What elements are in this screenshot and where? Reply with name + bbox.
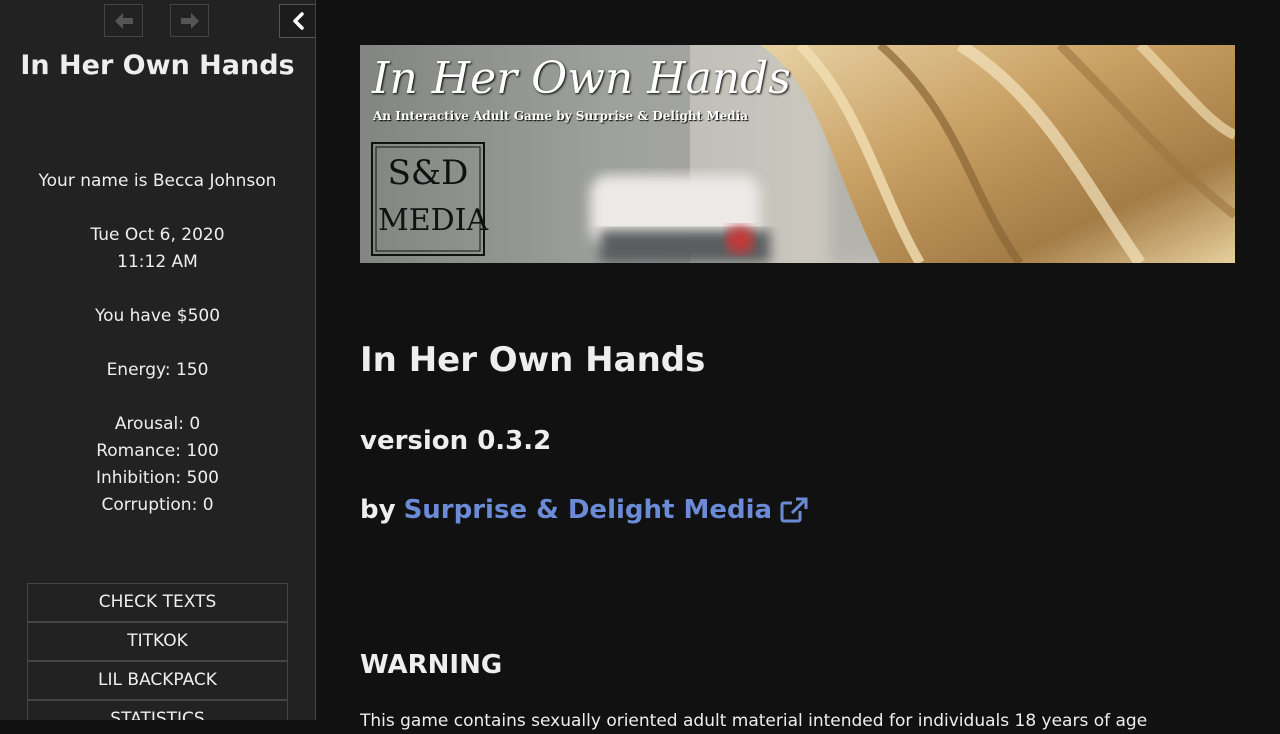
history-forward-button[interactable] <box>170 4 209 37</box>
menu-lil-backpack[interactable]: LIL BACKPACK <box>27 661 288 700</box>
byline-heading: by Surprise & Delight Media <box>360 493 808 527</box>
external-link-icon <box>780 497 808 523</box>
ui-bar: In Her Own Hands Your name is Becca John… <box>0 0 316 720</box>
money-stat: You have $500 <box>94 306 221 326</box>
arrow-left-icon <box>114 12 133 29</box>
banner-logo-title: In Her Own Hands <box>372 53 791 104</box>
menu-statistics[interactable]: STATISTICS <box>27 700 288 720</box>
chevron-left-icon <box>292 12 304 30</box>
page-title: In Her Own Hands <box>360 340 706 380</box>
energy-stat: Energy: 150 <box>106 360 209 380</box>
player-name: Your name is Becca Johnson <box>38 171 277 191</box>
romance-stat: Romance: 100 <box>96 441 219 461</box>
warning-text: This game contains sexually oriented adu… <box>360 711 1148 731</box>
banner-seal-top: S&D <box>387 153 469 193</box>
game-time: 11:12 AM <box>117 252 198 272</box>
corruption-stat: Corruption: 0 <box>101 495 214 515</box>
author-link[interactable]: Surprise & Delight Media <box>404 493 809 527</box>
menu-titkok[interactable]: TITKOK <box>27 622 288 661</box>
byline-prefix: by <box>360 495 396 525</box>
banner-logo-subtitle: An Interactive Adult Game by Surprise & … <box>373 109 748 123</box>
arousal-stat: Arousal: 0 <box>114 414 201 434</box>
history-backward-button[interactable] <box>104 4 143 37</box>
title-banner-image: In Her Own Hands An Interactive Adult Ga… <box>360 45 1235 263</box>
game-date: Tue Oct 6, 2020 <box>90 225 225 245</box>
story-title: In Her Own Hands <box>20 50 295 81</box>
version-heading: version 0.3.2 <box>360 426 552 456</box>
menu-check-texts[interactable]: CHECK TEXTS <box>27 583 288 622</box>
banner-seal-bottom: MEDIA <box>378 203 489 238</box>
sidebar-toggle-button[interactable] <box>279 4 315 38</box>
warning-heading: WARNING <box>360 650 503 680</box>
author-link-label: Surprise & Delight Media <box>403 495 773 525</box>
inhibition-stat: Inhibition: 500 <box>96 468 219 488</box>
arrow-right-icon <box>180 12 199 29</box>
